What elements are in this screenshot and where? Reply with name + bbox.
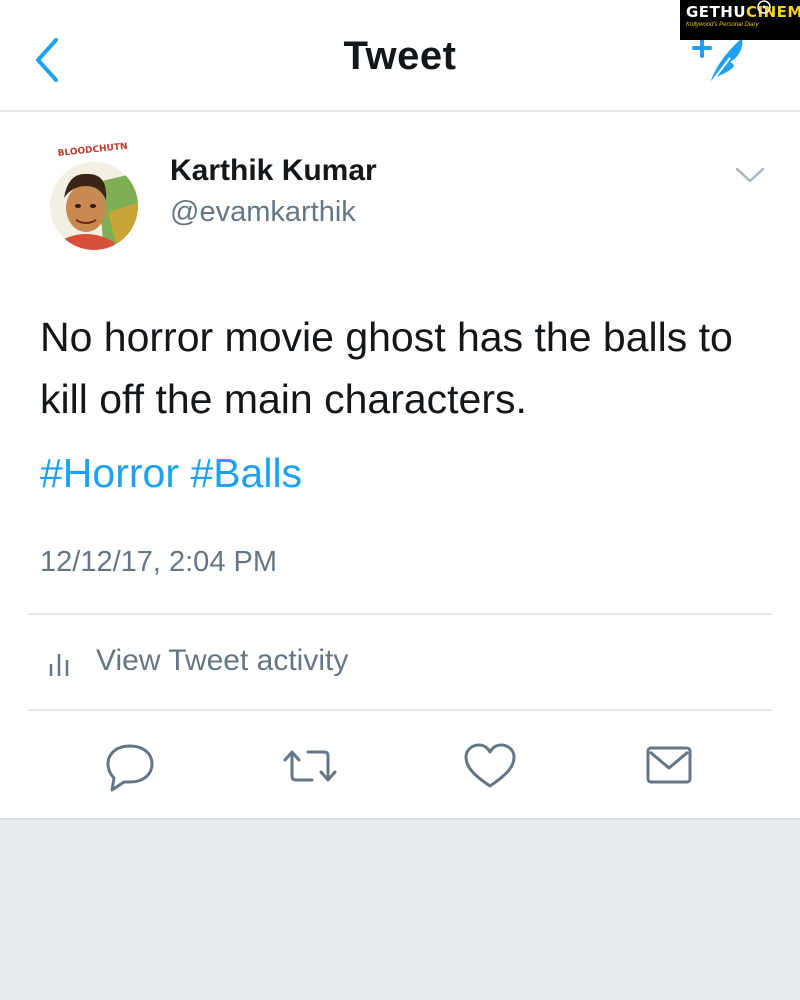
tweet-options-button[interactable] (734, 164, 766, 186)
direct-message-button[interactable] (642, 740, 698, 792)
empty-background-area (0, 818, 800, 1000)
author-name[interactable]: Karthik Kumar (170, 154, 377, 188)
hashtag-list: #Horror #Balls (40, 450, 302, 497)
hashtag-link[interactable]: #Balls (190, 450, 302, 496)
reply-button[interactable] (102, 740, 158, 792)
tweet-timestamp: 12/12/17, 2:04 PM (40, 546, 277, 578)
author-handle[interactable]: @evamkarthik (170, 196, 356, 229)
avatar[interactable]: BLOODCHUTN (48, 142, 140, 252)
view-tweet-activity-button[interactable]: View Tweet activity (40, 640, 540, 686)
heart-icon (464, 743, 516, 788)
retweet-icon (283, 750, 337, 782)
view-tweet-activity-label: View Tweet activity (96, 644, 349, 677)
analytics-icon (49, 654, 69, 676)
divider (28, 613, 772, 615)
chevron-down-icon (735, 167, 765, 183)
retweet-button[interactable] (282, 740, 338, 792)
divider (28, 709, 772, 711)
film-reel-icon (757, 0, 771, 14)
envelope-icon (646, 746, 692, 784)
tweet-text: No horror movie ghost has the balls to k… (40, 314, 733, 422)
reply-icon (106, 744, 154, 792)
avatar-logo-text: BLOODCHUTN (57, 142, 128, 159)
like-button[interactable] (462, 740, 518, 792)
page-title: Tweet (343, 34, 457, 78)
watermark-tagline: Kollywood's Personal Diary (686, 22, 759, 28)
watermark-brand: GETHUCINEMA (686, 3, 800, 21)
gethucinema-watermark: GETHUCINEMA Kollywood's Personal Diary (680, 0, 800, 40)
hashtag-link[interactable]: #Horror (40, 450, 179, 496)
